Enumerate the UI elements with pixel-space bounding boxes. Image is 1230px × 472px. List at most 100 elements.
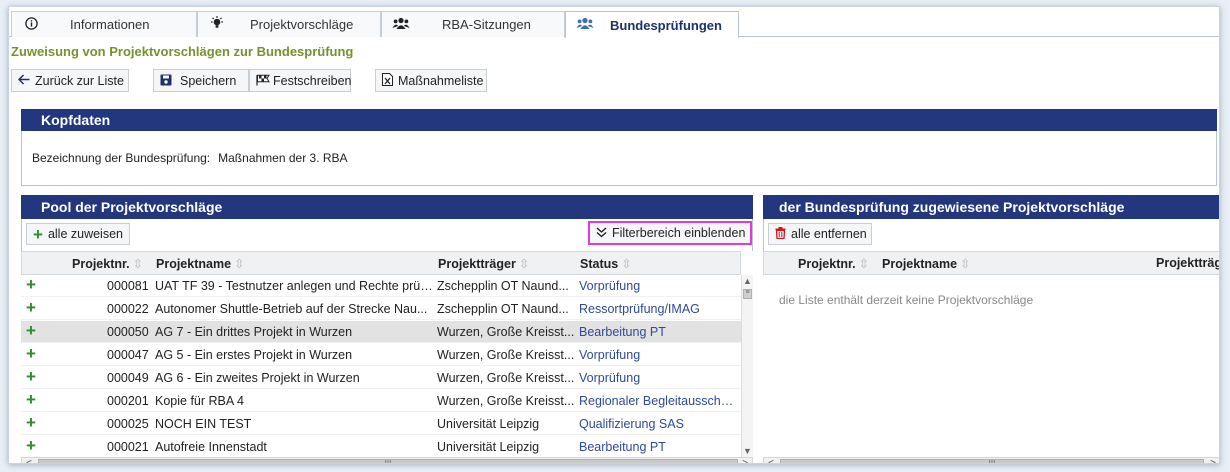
scroll-right-icon[interactable]: > (738, 458, 752, 463)
pool-panel: Pool der Projektvorschläge + alle zuweis… (21, 195, 753, 463)
assign-all-button[interactable]: + alle zuweisen (26, 223, 130, 245)
cell-status[interactable]: Regionaler Begleitausschuss (579, 394, 739, 408)
kopfdaten-header: Kopfdaten (21, 109, 1217, 131)
sort-icon: ⇳ (132, 257, 144, 271)
cell-status[interactable]: Bearbeitung PT (579, 325, 739, 339)
tab-bundespruefungen[interactable]: Bundesprüfungen (565, 11, 739, 38)
table-row[interactable]: +000022 Autonomer Shuttle-Betrieb auf der… (21, 298, 741, 320)
bezeichnung-value: Maßnahmen der 3. RBA (218, 151, 348, 165)
scroll-thumb[interactable]: III (38, 459, 738, 463)
assign-plus-icon[interactable]: + (26, 414, 36, 432)
assign-plus-icon[interactable]: + (26, 276, 36, 294)
assign-plus-icon[interactable]: + (26, 437, 36, 455)
column-projektnr[interactable]: Projektnr. ⇳ (72, 256, 143, 271)
scroll-up-icon[interactable]: ▲ (742, 275, 753, 287)
assign-plus-icon[interactable]: + (26, 299, 36, 317)
plus-icon: + (33, 224, 43, 244)
assigned-panel: der Bundesprüfung zugewiesene Projektvor… (763, 195, 1219, 463)
measures-list-button[interactable]: Maßnahmeliste (375, 69, 487, 92)
sort-icon: ⇳ (234, 257, 245, 271)
cell-projektname: Kopie für RBA 4 (155, 394, 244, 408)
tab-informationen[interactable]: Informationen (11, 11, 197, 37)
cell-projektnr: 000081 (107, 279, 149, 293)
scroll-left-icon[interactable]: < (22, 458, 36, 463)
app-window: Informationen Projektvorschläge RBA-Sitz… (8, 6, 1220, 464)
scroll-down-icon[interactable]: ▼ (742, 445, 753, 457)
table-row[interactable]: +000021 Autofreie Innenstadt Universität L… (21, 436, 741, 458)
assign-plus-icon[interactable]: + (26, 368, 36, 386)
tab-rba-sitzungen[interactable]: RBA-Sitzungen (381, 11, 565, 37)
cell-projektnr: 000050 (107, 325, 149, 339)
filter-toggle-button[interactable]: Filterbereich einblenden (588, 221, 752, 245)
users-icon (576, 17, 594, 33)
sort-icon: ⇳ (858, 257, 870, 271)
cell-status[interactable]: Ressortprüfung/IMAG (579, 302, 739, 316)
scroll-thumb[interactable]: ≡ (743, 289, 752, 299)
cell-status[interactable]: Vorprüfung (579, 348, 739, 362)
cell-projektname: NOCH EIN TEST (155, 417, 252, 431)
cell-status[interactable]: Vorprüfung (579, 279, 739, 293)
remove-all-button[interactable]: alle entfernen (768, 223, 872, 245)
cell-projektname: AG 6 - Ein zweites Projekt in Wurzen (155, 371, 360, 385)
sort-icon: ⇳ (621, 257, 632, 271)
scroll-right-icon[interactable]: > (1206, 458, 1219, 463)
pool-grid-header: Projektnr. ⇳ Projektname ⇳ Projektträger ⇳ … (21, 251, 741, 275)
pool-horizontal-scrollbar[interactable]: < III > (21, 457, 753, 463)
cell-projekttraeger: Zschepplin OT Naund... (437, 302, 569, 316)
table-row[interactable]: +000047 AG 5 - Ein erstes Projekt in Wurz… (21, 344, 741, 366)
finalize-button[interactable]: Festschreiben (249, 69, 352, 92)
assigned-horizontal-scrollbar[interactable]: < III > (763, 457, 1219, 463)
cell-projekttraeger: Wurzen, Große Kreisst... (437, 394, 575, 408)
cell-projekttraeger: Universität Leipzig (437, 417, 540, 431)
arrow-left-icon (17, 74, 30, 87)
assigned-header: der Bundesprüfung zugewiesene Projektvor… (763, 195, 1219, 219)
bezeichnung-label: Bezeichnung der Bundesprüfung: (32, 151, 211, 165)
pool-header: Pool der Projektvorschläge (21, 195, 753, 219)
column-projektname[interactable]: Projektname ⇳ (882, 256, 971, 271)
cell-projekttraeger: Wurzen, Große Kreisst... (437, 371, 575, 385)
lightbulb-icon (208, 16, 226, 33)
save-button[interactable]: Speichern (153, 69, 249, 92)
cell-projektnr: 000049 (107, 371, 149, 385)
cell-status[interactable]: Vorprüfung (579, 371, 739, 385)
scroll-thumb[interactable]: III (780, 459, 1204, 463)
assigned-grid-header: Projektnr. ⇳ Projektname ⇳ Projektträg (763, 251, 1219, 275)
cell-projektname: AG 7 - Ein drittes Projekt in Wurzen (155, 325, 353, 339)
column-projektname[interactable]: Projektname ⇳ (156, 256, 245, 271)
column-projektnr[interactable]: Projektnr. ⇳ (798, 256, 869, 271)
cell-projektnr: 000021 (107, 440, 149, 454)
assign-plus-icon[interactable]: + (26, 391, 36, 409)
table-row[interactable]: +000081 UAT TF 39 - Testnutzer anlegen un… (21, 275, 741, 297)
cell-projekttraeger: Universität Leipzig (437, 440, 540, 454)
trash-icon (775, 227, 786, 241)
page-title: Zuweisung von Projektvorschlägen zur Bun… (11, 44, 354, 59)
tab-bar: Informationen Projektvorschläge RBA-Sitz… (9, 7, 1219, 38)
sort-icon: ⇳ (960, 257, 971, 271)
cell-projektname: UAT TF 39 - Testnutzer anlegen und Recht… (155, 279, 433, 293)
empty-list-message: die Liste enthält derzeit keine Projektv… (779, 293, 1034, 307)
scroll-left-icon[interactable]: < (764, 458, 778, 463)
assign-plus-icon[interactable]: + (26, 322, 36, 340)
cell-projektname: Autofreie Innenstadt (155, 440, 267, 454)
cell-projektname: AG 5 - Ein erstes Projekt in Wurzen (155, 348, 353, 362)
assign-plus-icon[interactable]: + (26, 345, 36, 363)
cell-status[interactable]: Qualifizierung SAS (579, 417, 739, 431)
cell-status[interactable]: Bearbeitung PT (579, 440, 739, 454)
sort-icon: ⇳ (518, 257, 530, 271)
assigned-toolbar: alle entfernen (763, 219, 1219, 251)
column-projekttraeger[interactable]: Projektträg (1156, 256, 1219, 270)
pool-toolbar: + alle zuweisen Filterbereich einblenden (21, 219, 753, 251)
table-row[interactable]: +000025 NOCH EIN TEST Universität Leipzig Q… (21, 413, 741, 435)
pool-vertical-scrollbar[interactable]: ▲ ≡ ▼ (741, 275, 753, 457)
column-status[interactable]: Status ⇳ (580, 256, 632, 271)
tab-projektvorschlaege[interactable]: Projektvorschläge (197, 11, 381, 37)
table-row[interactable]: +000201 Kopie für RBA 4 Wurzen, Große Krei… (21, 390, 741, 412)
cell-projektnr: 000022 (107, 302, 149, 316)
excel-file-icon (382, 73, 393, 88)
table-row[interactable]: +000050 AG 7 - Ein drittes Projekt in Wur… (21, 321, 741, 343)
column-projekttraeger[interactable]: Projektträger ⇳ (438, 256, 529, 271)
info-icon (22, 16, 40, 33)
table-row[interactable]: +000049 AG 6 - Ein zweites Projekt in Wur… (21, 367, 741, 389)
back-to-list-button[interactable]: Zurück zur Liste (11, 69, 129, 92)
cell-projekttraeger: Wurzen, Große Kreisst... (437, 348, 575, 362)
